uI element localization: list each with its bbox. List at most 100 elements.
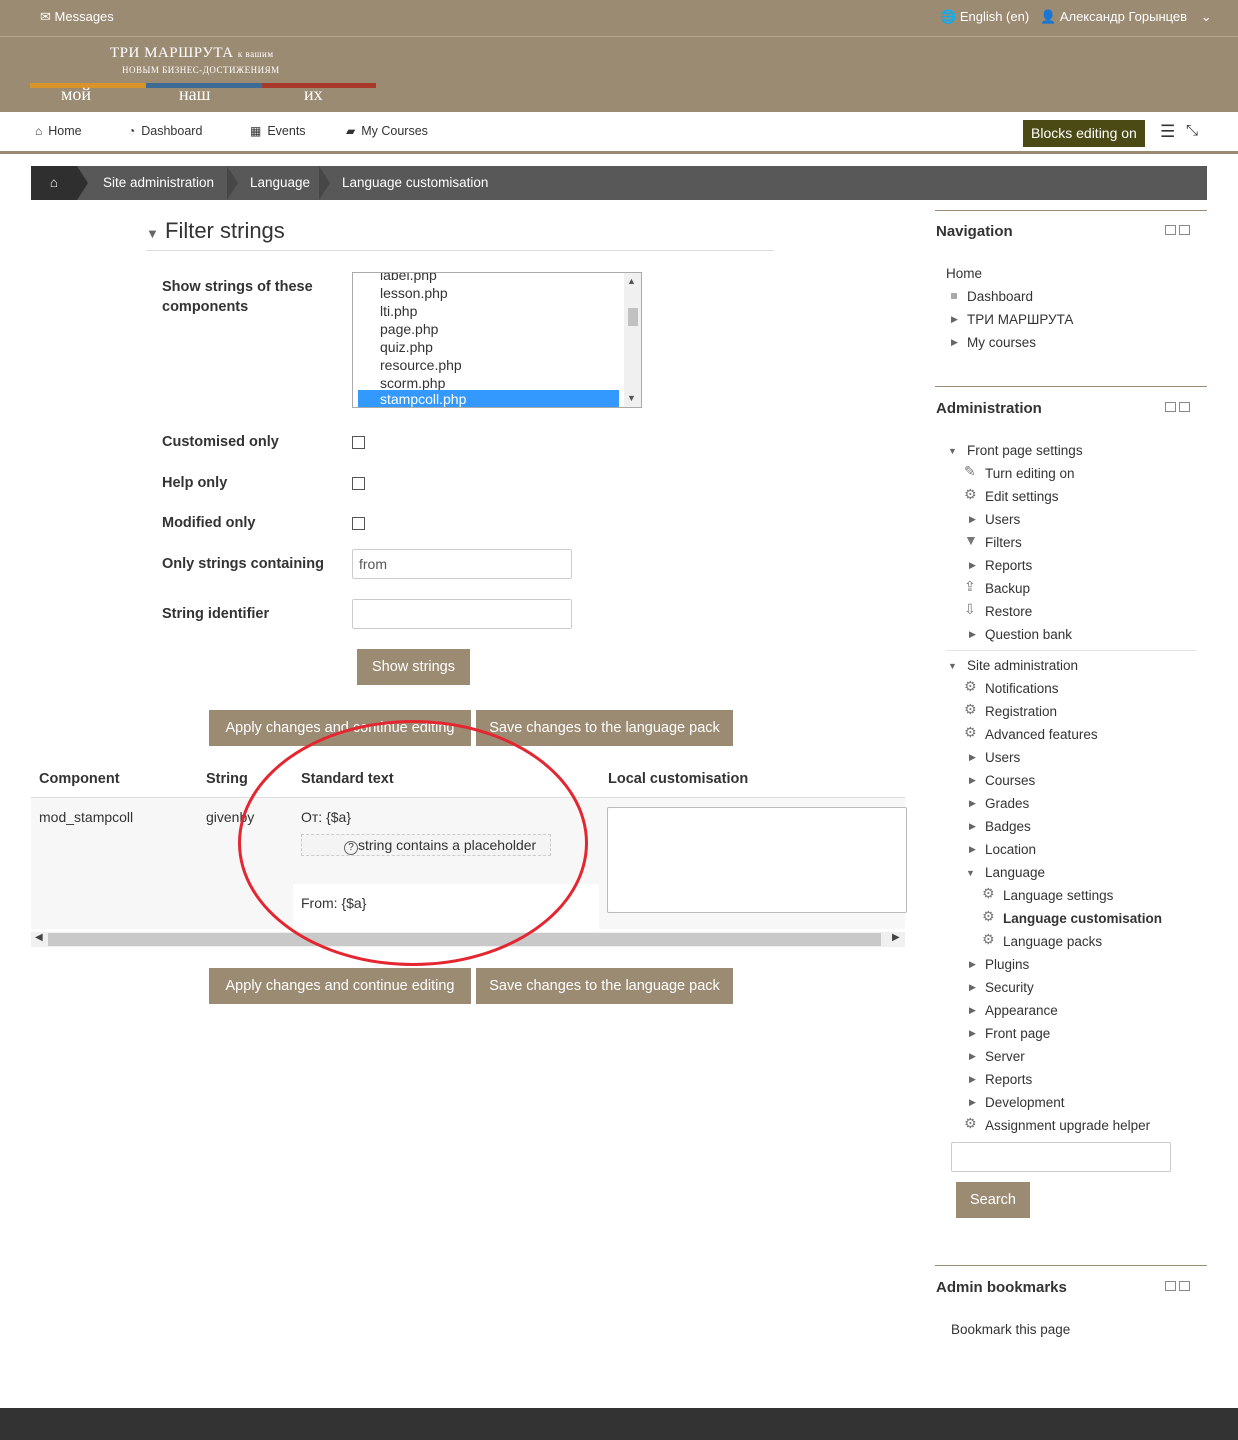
apply-changes-button-top[interactable]: Apply changes and continue editing	[209, 710, 471, 746]
block-controls[interactable]	[1162, 402, 1190, 415]
caret-right-icon[interactable]: ▶	[969, 514, 976, 525]
admin-language-packs[interactable]: Language packs	[1003, 934, 1102, 949]
admin-front-users[interactable]: Users	[985, 512, 1020, 527]
admin-server[interactable]: Server	[985, 1049, 1025, 1064]
caret-right-icon[interactable]: ▶	[969, 844, 976, 855]
help-only-checkbox[interactable]	[352, 477, 365, 490]
messages-link[interactable]: ✉ Messages	[40, 9, 114, 25]
modified-only-checkbox[interactable]	[352, 517, 365, 530]
caret-right-icon[interactable]: ▶	[969, 1005, 976, 1016]
save-changes-button-top[interactable]: Save changes to the language pack	[476, 710, 733, 746]
caret-right-icon[interactable]: ▶	[951, 337, 958, 348]
dock-icon[interactable]	[1179, 402, 1190, 412]
admin-advanced-features[interactable]: Advanced features	[985, 727, 1098, 742]
collapse-icon[interactable]: ⤡	[1186, 122, 1198, 139]
caret-right-icon[interactable]: ▶	[969, 1028, 976, 1039]
nav-tree-my-courses[interactable]: My courses	[967, 335, 1036, 350]
admin-notifications[interactable]: Notifications	[985, 681, 1059, 696]
component-option[interactable]: quiz.php	[358, 338, 619, 356]
component-option[interactable]: label.php	[358, 273, 619, 284]
admin-search-input[interactable]	[951, 1142, 1171, 1172]
admin-appearance[interactable]: Appearance	[985, 1003, 1058, 1018]
admin-edit-settings[interactable]: Edit settings	[985, 489, 1059, 504]
dock-icon[interactable]	[1179, 1281, 1190, 1291]
minimize-icon[interactable]	[1165, 402, 1176, 412]
scrollbar-thumb[interactable]	[48, 933, 881, 946]
admin-turn-editing-on[interactable]: Turn editing on	[985, 466, 1075, 481]
breadcrumb-home[interactable]: ⌂	[31, 166, 77, 200]
caret-right-icon[interactable]: ▶	[969, 959, 976, 970]
admin-restore[interactable]: Restore	[985, 604, 1032, 619]
caret-down-icon[interactable]: ▼	[966, 868, 975, 878]
admin-development[interactable]: Development	[985, 1095, 1065, 1110]
admin-site-administration[interactable]: Site administration	[967, 658, 1078, 673]
admin-language[interactable]: Language	[985, 865, 1045, 880]
indent-icon[interactable]: ☰	[1160, 122, 1175, 142]
caret-right-icon[interactable]: ▶	[969, 1051, 976, 1062]
admin-grades[interactable]: Grades	[985, 796, 1029, 811]
admin-security[interactable]: Security	[985, 980, 1034, 995]
admin-plugins[interactable]: Plugins	[985, 957, 1029, 972]
admin-front-reports[interactable]: Reports	[985, 558, 1032, 573]
caret-down-icon[interactable]: ▼	[948, 661, 957, 671]
admin-front-page[interactable]: Front page	[985, 1026, 1050, 1041]
admin-search-button[interactable]: Search	[956, 1182, 1030, 1218]
component-option[interactable]: page.php	[358, 320, 619, 338]
nav-dashboard[interactable]: ◔ Dashboard	[128, 124, 202, 138]
customised-only-checkbox[interactable]	[352, 436, 365, 449]
component-option[interactable]: resource.php	[358, 356, 619, 374]
admin-assignment-upgrade-helper[interactable]: Assignment upgrade helper	[985, 1118, 1150, 1133]
nav-my-courses[interactable]: ▰ My Courses	[346, 124, 428, 138]
component-option-selected[interactable]: stampcoll.php	[358, 390, 619, 407]
nav-tree-site[interactable]: ТРИ МАРШРУТА	[967, 312, 1073, 327]
breadcrumb-site-administration[interactable]: Site administration	[103, 166, 214, 200]
admin-registration[interactable]: Registration	[985, 704, 1057, 719]
caret-right-icon[interactable]: ▶	[969, 798, 976, 809]
block-controls[interactable]	[1162, 225, 1190, 238]
nav-home[interactable]: ⌂ Home	[35, 124, 82, 138]
caret-right-icon[interactable]: ▶	[951, 314, 958, 325]
show-strings-button[interactable]: Show strings	[357, 649, 470, 685]
components-select[interactable]: label.php lesson.php lti.php page.php qu…	[352, 272, 642, 408]
admin-backup[interactable]: Backup	[985, 581, 1030, 596]
component-option[interactable]: lti.php	[358, 302, 619, 320]
caret-right-icon[interactable]: ▶	[969, 1097, 976, 1108]
site-logo[interactable]: ТРИ МАРШРУТА к вашим НОВЫМ БИЗНЕС-ДОСТИЖ…	[30, 37, 378, 113]
caret-right-icon[interactable]: ▶	[969, 752, 976, 763]
scroll-left-icon[interactable]: ◀	[35, 932, 43, 943]
caret-right-icon[interactable]: ▶	[969, 775, 976, 786]
admin-filters[interactable]: Filters	[985, 535, 1022, 550]
language-menu[interactable]: 🌐 English (en)	[940, 9, 1029, 25]
component-option[interactable]: lesson.php	[358, 284, 619, 302]
dock-icon[interactable]	[1179, 225, 1190, 235]
minimize-icon[interactable]	[1165, 1281, 1176, 1291]
caret-right-icon[interactable]: ▶	[969, 1074, 976, 1085]
user-menu[interactable]: 👤 Александр Горынцев ⌄	[1040, 9, 1212, 25]
admin-front-page-settings[interactable]: Front page settings	[967, 443, 1083, 458]
local-customisation-textarea[interactable]	[607, 807, 907, 913]
caret-right-icon[interactable]: ▶	[969, 982, 976, 993]
nav-events[interactable]: ▦ Events	[250, 124, 306, 138]
string-identifier-input[interactable]	[352, 599, 572, 629]
scroll-up-icon[interactable]: ▲	[627, 276, 636, 286]
admin-courses[interactable]: Courses	[985, 773, 1035, 788]
admin-reports[interactable]: Reports	[985, 1072, 1032, 1087]
admin-question-bank[interactable]: Question bank	[985, 627, 1072, 642]
caret-right-icon[interactable]: ▶	[969, 560, 976, 571]
bookmark-this-page-link[interactable]: Bookmark this page	[951, 1322, 1070, 1337]
minimize-icon[interactable]	[1165, 225, 1176, 235]
save-changes-button-bottom[interactable]: Save changes to the language pack	[476, 968, 733, 1004]
select-scrollbar[interactable]: ▲ ▼	[624, 273, 641, 407]
table-horizontal-scrollbar[interactable]: ◀ ▶	[31, 932, 905, 947]
blocks-editing-button[interactable]: Blocks editing on	[1023, 120, 1145, 147]
breadcrumb-language[interactable]: Language	[250, 166, 310, 200]
admin-location[interactable]: Location	[985, 842, 1036, 857]
caret-right-icon[interactable]: ▶	[969, 821, 976, 832]
caret-right-icon[interactable]: ▶	[969, 629, 976, 640]
caret-down-icon[interactable]: ▼	[948, 446, 957, 456]
help-icon[interactable]: ?	[344, 841, 358, 855]
nav-tree-dashboard[interactable]: Dashboard	[967, 289, 1033, 304]
block-controls[interactable]	[1162, 1281, 1190, 1294]
admin-language-customisation[interactable]: Language customisation	[1003, 911, 1162, 926]
admin-badges[interactable]: Badges	[985, 819, 1031, 834]
